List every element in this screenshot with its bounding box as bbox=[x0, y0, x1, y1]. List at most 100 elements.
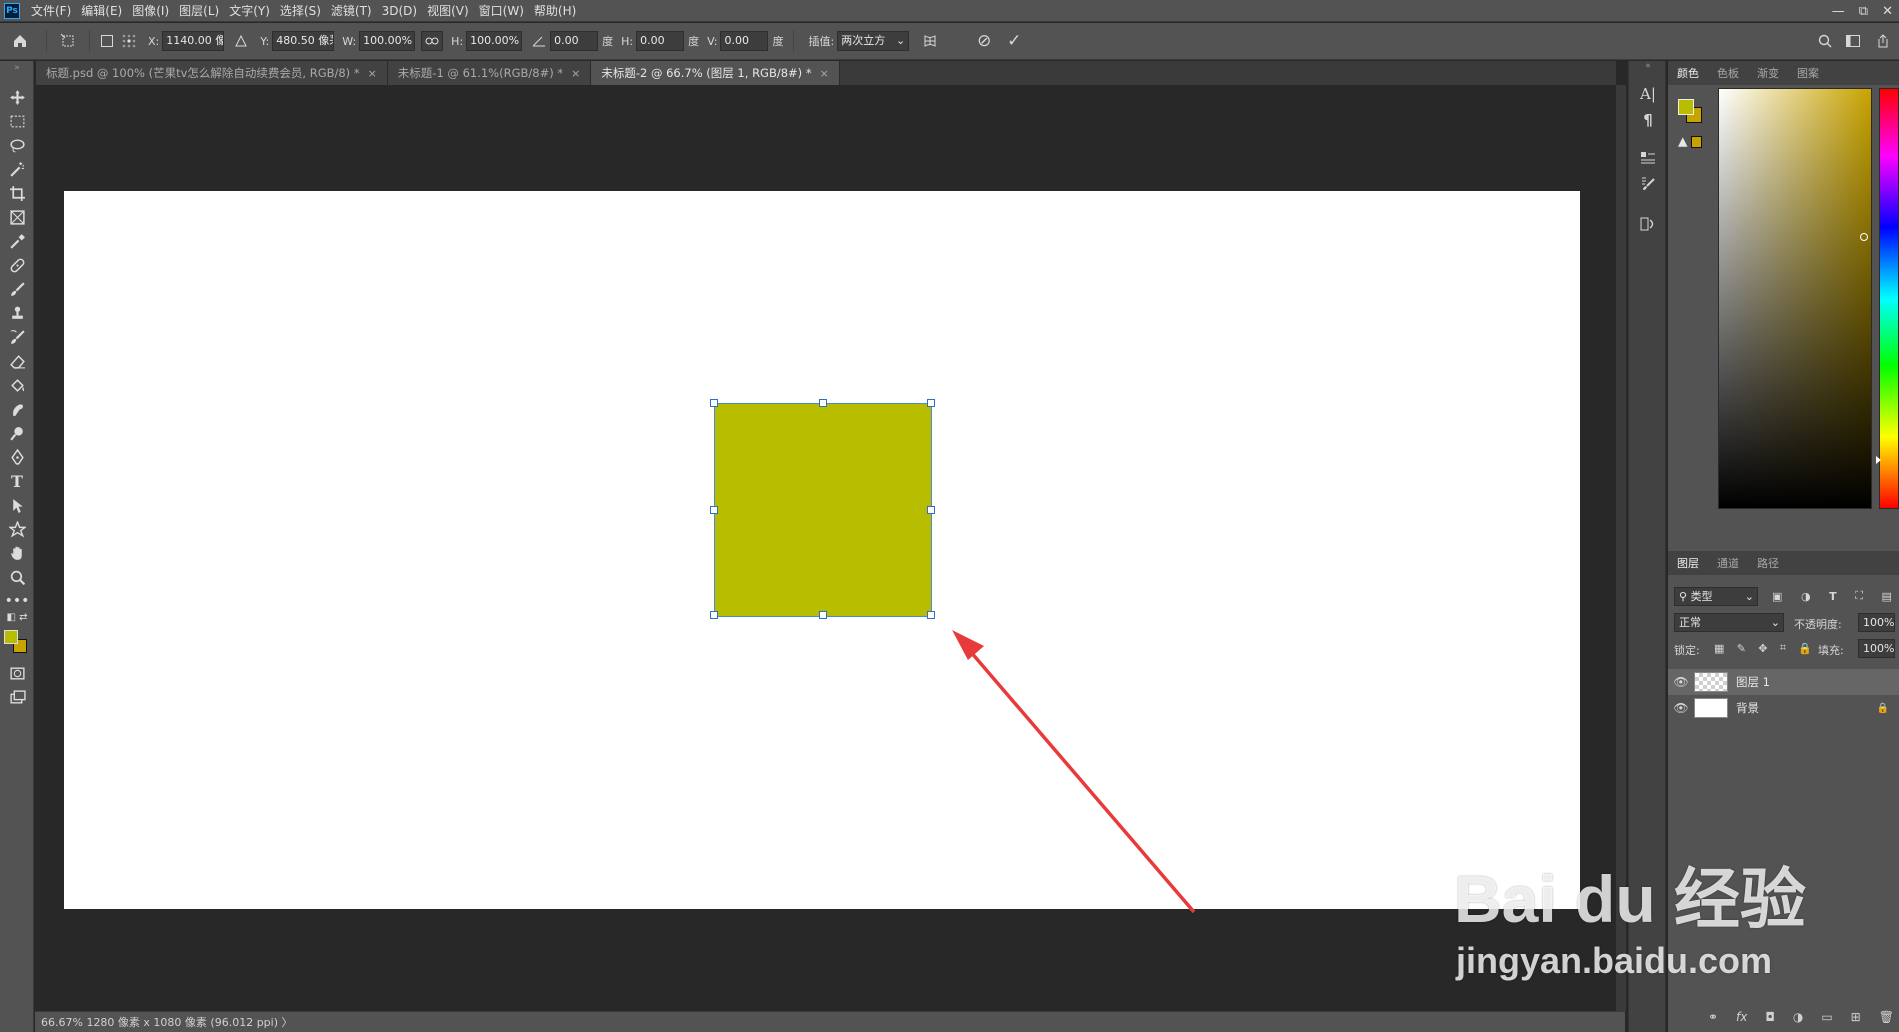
lock-artboard-icon[interactable]: ⌗ bbox=[1780, 641, 1786, 655]
hue-slider[interactable] bbox=[1876, 88, 1899, 509]
tab-color[interactable]: 颜色 bbox=[1668, 65, 1708, 81]
path-selection-tool-icon[interactable] bbox=[0, 493, 34, 517]
share-icon[interactable] bbox=[1873, 34, 1893, 48]
type-filter-icon[interactable]: T bbox=[1829, 590, 1837, 603]
smart-object-filter-icon[interactable]: ▤ bbox=[1882, 590, 1892, 603]
crop-tool-icon[interactable] bbox=[0, 181, 34, 205]
swap-colors-icon[interactable]: ◧ ⇄ bbox=[0, 609, 34, 625]
transform-handle-bottom-right[interactable] bbox=[927, 611, 935, 619]
layer-row-background[interactable]: 👁 背景 🔒 bbox=[1668, 695, 1899, 721]
layer-filter-select[interactable]: ⚲ 类型 ⌄ bbox=[1674, 587, 1758, 606]
marquee-tool-icon[interactable] bbox=[0, 109, 34, 133]
close-icon[interactable]: × bbox=[368, 67, 377, 80]
menu-help[interactable]: 帮助(H) bbox=[529, 0, 581, 22]
expand-panels-icon[interactable]: « bbox=[1629, 61, 1667, 71]
pen-tool-icon[interactable] bbox=[0, 445, 34, 469]
transform-handle-top-right[interactable] bbox=[927, 399, 935, 407]
quick-mask-icon[interactable] bbox=[0, 661, 34, 685]
brush-settings-icon[interactable] bbox=[1629, 171, 1667, 197]
pixel-filter-icon[interactable]: ▣ bbox=[1772, 590, 1782, 603]
width-field[interactable]: 100.00% bbox=[359, 31, 416, 51]
cancel-transform-icon[interactable]: ⊘ bbox=[969, 31, 999, 51]
menu-type[interactable]: 文字(Y) bbox=[224, 0, 275, 22]
height-field[interactable]: 100.00% bbox=[466, 31, 523, 51]
photoshop-logo[interactable]: Ps bbox=[4, 2, 20, 19]
transform-handle-bottom-left[interactable] bbox=[710, 611, 718, 619]
transform-handle-right[interactable] bbox=[927, 506, 935, 514]
delete-layer-icon[interactable]: 🗑 bbox=[1879, 1010, 1894, 1024]
shape-tool-icon[interactable] bbox=[0, 517, 34, 541]
tab-gradients[interactable]: 渐变 bbox=[1748, 65, 1788, 81]
gamut-warning-icon[interactable] bbox=[1678, 135, 1702, 149]
paint-bucket-tool-icon[interactable] bbox=[0, 373, 34, 397]
menu-edit[interactable]: 编辑(E) bbox=[76, 0, 127, 22]
properties-panel-icon[interactable] bbox=[1629, 145, 1667, 171]
transform-selection-square[interactable] bbox=[710, 399, 935, 619]
dodge-tool-icon[interactable] bbox=[0, 421, 34, 445]
lock-pixels-icon[interactable]: ✎ bbox=[1737, 642, 1746, 655]
search-icon[interactable] bbox=[1815, 34, 1835, 48]
lock-transparent-icon[interactable]: ▦ bbox=[1714, 642, 1724, 655]
color-picker-cursor[interactable] bbox=[1860, 233, 1868, 241]
opacity-field[interactable]: 100% bbox=[1858, 613, 1895, 632]
hue-slider-handle[interactable] bbox=[1876, 456, 1881, 464]
new-layer-icon[interactable]: ⊞ bbox=[1851, 1010, 1861, 1024]
menu-select[interactable]: 选择(S) bbox=[275, 0, 326, 22]
home-icon[interactable] bbox=[0, 33, 40, 49]
horizontal-skew-field[interactable]: 0.00 bbox=[636, 31, 685, 51]
menu-3d[interactable]: 3D(D) bbox=[377, 0, 422, 22]
clone-source-icon[interactable] bbox=[1629, 211, 1667, 237]
frame-tool-icon[interactable] bbox=[0, 205, 34, 229]
toolbar-collapse-icon[interactable]: » bbox=[0, 63, 34, 73]
visibility-eye-icon[interactable]: 👁 bbox=[1668, 675, 1694, 689]
menu-layer[interactable]: 图层(L) bbox=[174, 0, 224, 22]
tab-document-1[interactable]: 标题.psd @ 100% (芒果tv怎么解除自动续费会员, RGB/8) * × bbox=[36, 61, 388, 85]
lock-position-icon[interactable]: ✥ bbox=[1758, 642, 1767, 655]
menu-file[interactable]: 文件(F) bbox=[26, 0, 76, 22]
close-icon[interactable]: × bbox=[820, 67, 829, 80]
lock-all-icon[interactable]: 🔒 bbox=[1798, 642, 1812, 655]
delta-icon[interactable] bbox=[230, 35, 252, 47]
tab-paths[interactable]: 路径 bbox=[1748, 555, 1788, 571]
workspace-icon[interactable] bbox=[1843, 35, 1863, 47]
new-adjustment-layer-icon[interactable]: ◑ bbox=[1793, 1010, 1803, 1024]
panel-foreground-swatch[interactable] bbox=[1678, 99, 1694, 115]
close-button[interactable]: ✕ bbox=[1882, 4, 1893, 19]
eyedropper-tool-icon[interactable] bbox=[0, 229, 34, 253]
tab-swatches[interactable]: 色板 bbox=[1708, 65, 1748, 81]
interpolation-select[interactable]: 两次立方 ⌄ bbox=[837, 31, 910, 51]
tab-patterns[interactable]: 图案 bbox=[1788, 65, 1828, 81]
tab-layers[interactable]: 图层 bbox=[1668, 555, 1708, 571]
transform-handle-left[interactable] bbox=[710, 506, 718, 514]
add-mask-icon[interactable]: ◘ bbox=[1765, 1010, 1775, 1024]
link-layers-icon[interactable]: ⚭ bbox=[1708, 1010, 1718, 1024]
blend-mode-select[interactable]: 正常 ⌄ bbox=[1674, 613, 1784, 632]
rotation-field[interactable]: 0.00 bbox=[550, 31, 599, 51]
new-group-icon[interactable]: ▭ bbox=[1821, 1010, 1832, 1024]
tab-document-3[interactable]: 未标题-2 @ 66.7% (图层 1, RGB/8#) * × bbox=[591, 61, 840, 85]
color-picker-field[interactable] bbox=[1718, 88, 1872, 509]
minimize-button[interactable]: — bbox=[1832, 4, 1845, 19]
history-brush-tool-icon[interactable] bbox=[0, 325, 34, 349]
clone-stamp-tool-icon[interactable] bbox=[0, 301, 34, 325]
tab-channels[interactable]: 通道 bbox=[1708, 555, 1748, 571]
move-tool-icon[interactable] bbox=[0, 85, 34, 109]
visibility-eye-icon[interactable]: 👁 bbox=[1668, 701, 1694, 715]
menu-view[interactable]: 视图(V) bbox=[422, 0, 474, 22]
magic-wand-tool-icon[interactable] bbox=[0, 157, 34, 181]
transform-handle-top[interactable] bbox=[819, 399, 827, 407]
y-position-field[interactable]: 480.50 像茅 bbox=[272, 31, 335, 51]
lasso-tool-icon[interactable] bbox=[0, 133, 34, 157]
tab-document-2[interactable]: 未标题-1 @ 61.1%(RGB/8#) * × bbox=[387, 61, 592, 85]
shape-filter-icon[interactable]: ⛶ bbox=[1855, 589, 1863, 603]
restore-button[interactable]: ⧉ bbox=[1859, 4, 1868, 19]
healing-brush-tool-icon[interactable] bbox=[0, 253, 34, 277]
link-icon[interactable] bbox=[421, 31, 444, 51]
zoom-tool-icon[interactable] bbox=[0, 565, 34, 589]
smudge-tool-icon[interactable] bbox=[0, 397, 34, 421]
fill-field[interactable]: 100% bbox=[1858, 639, 1895, 658]
transform-handle-top-left[interactable] bbox=[710, 399, 718, 407]
commit-transform-icon[interactable]: ✓ bbox=[999, 31, 1029, 51]
character-panel-icon[interactable]: A| bbox=[1629, 81, 1667, 107]
warp-icon[interactable] bbox=[915, 33, 945, 49]
